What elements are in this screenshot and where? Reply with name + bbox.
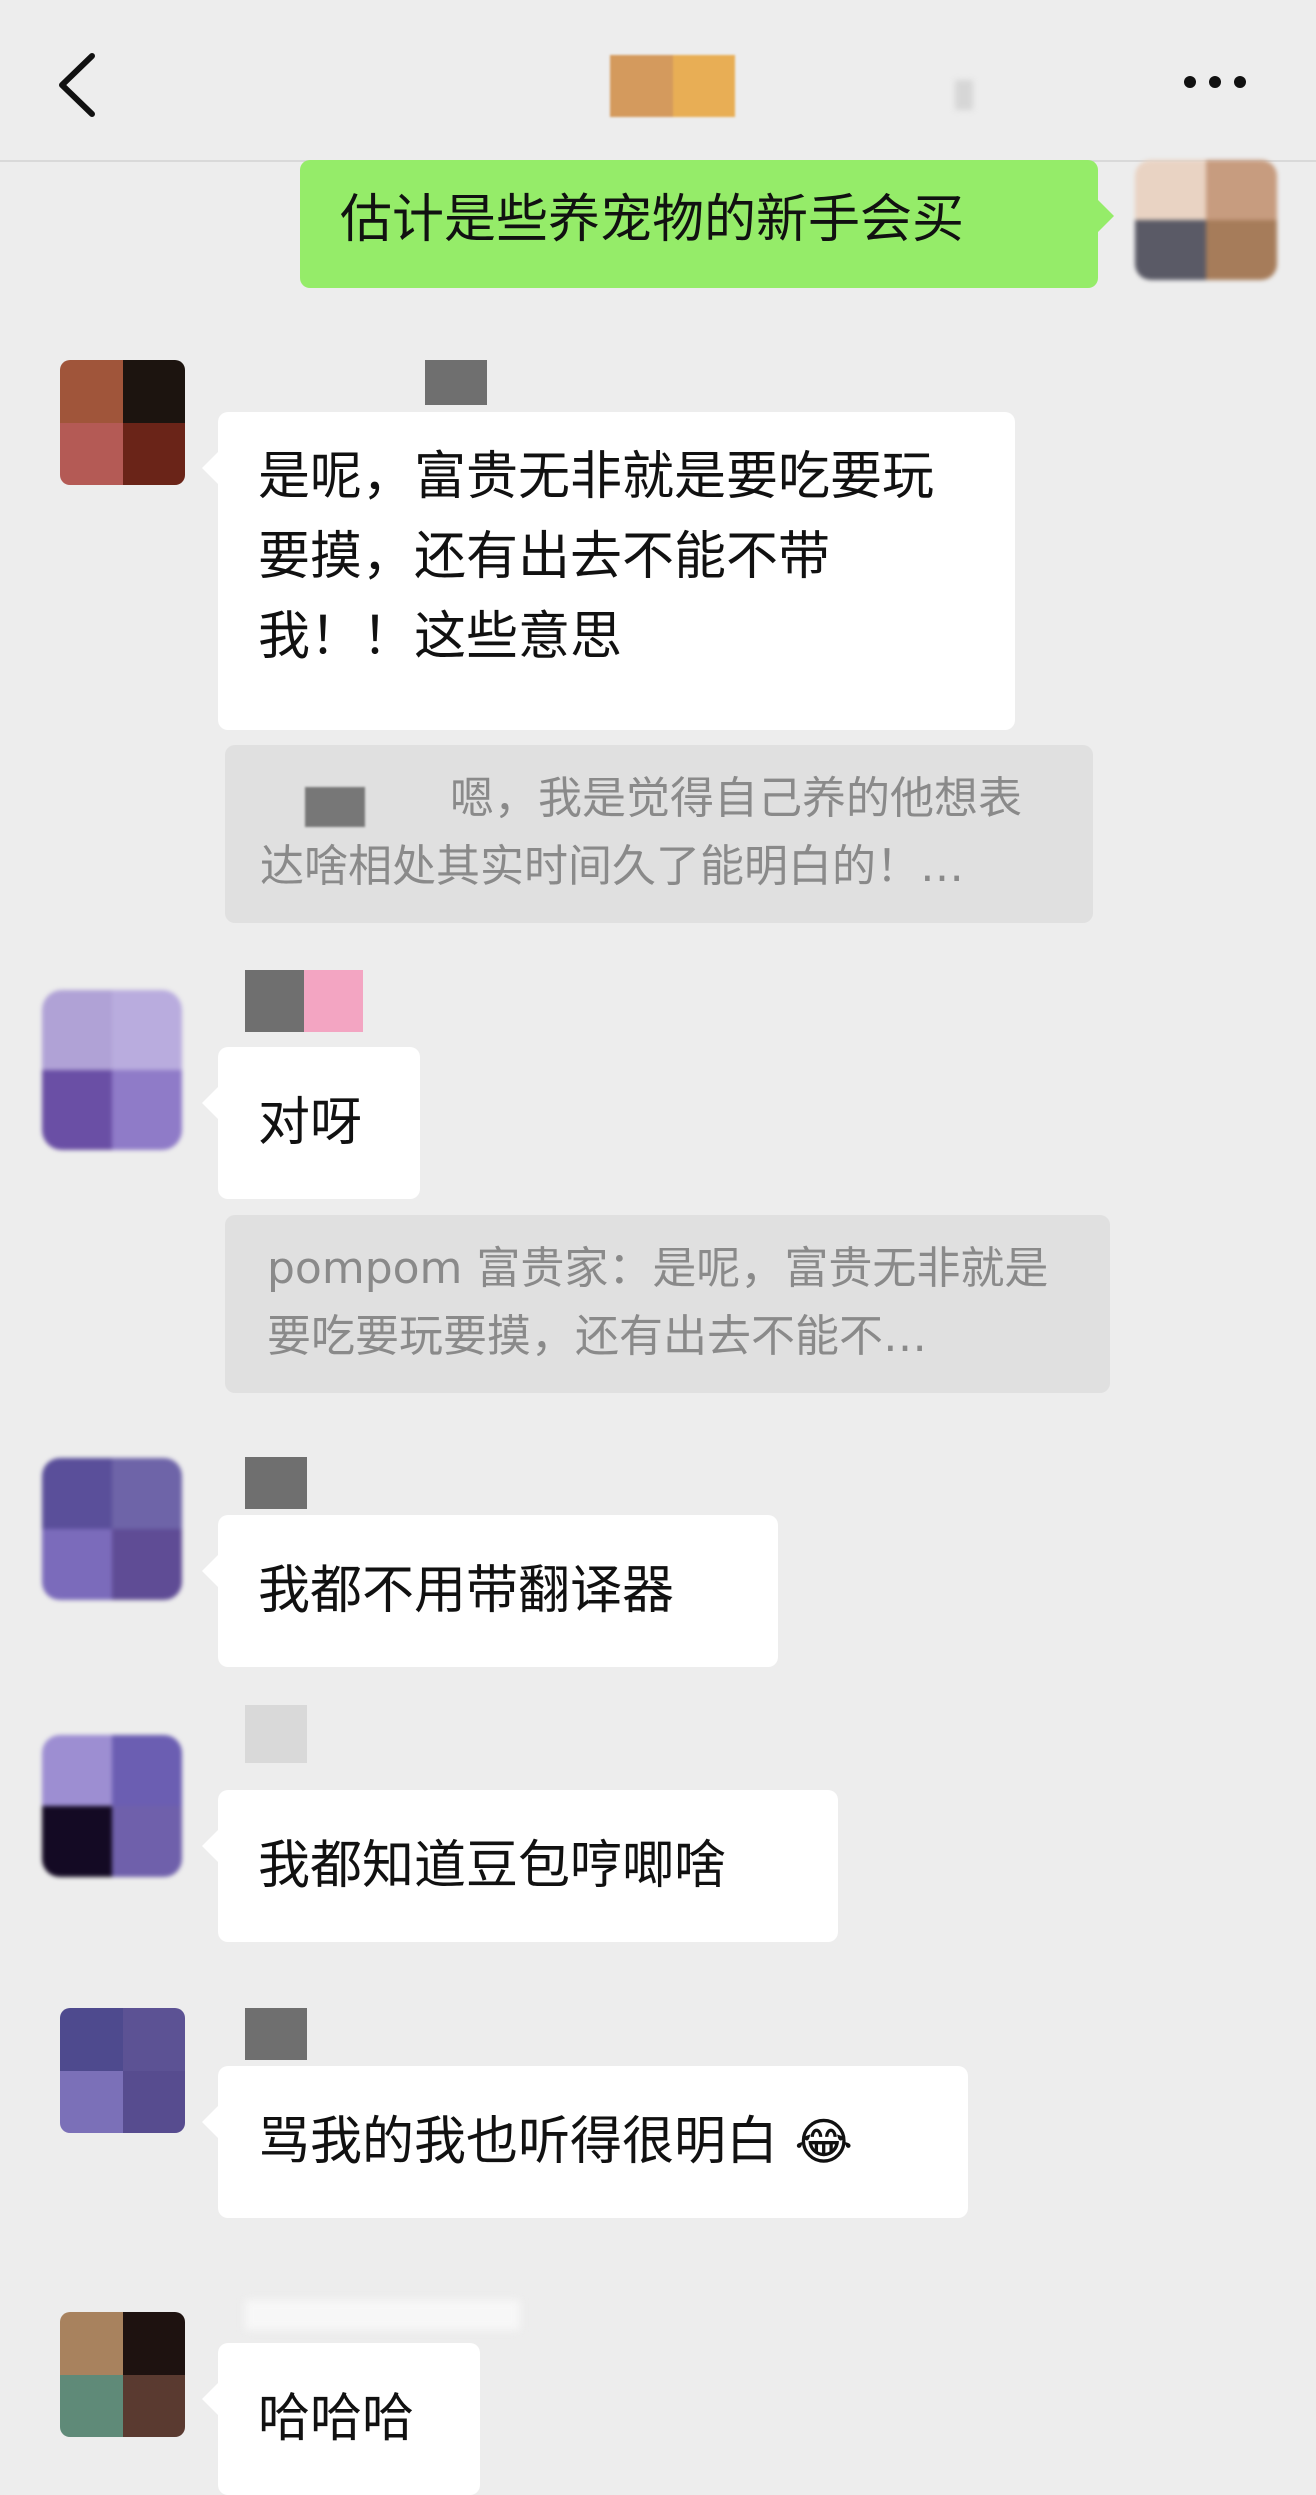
chevron-left-icon[interactable] [50, 50, 110, 120]
avatar[interactable] [60, 360, 185, 485]
message-text: 哈哈哈 [258, 2389, 415, 2449]
message-bubble[interactable]: 我都不用带翻译器 [202, 1515, 778, 1667]
message-text: 骂我的我也听得很明白 [258, 2112, 779, 2172]
sender-name-redacted [245, 970, 363, 1032]
quote-text: pompom 富贵家：是呢，富贵无非就是要吃要玩要摸，还有出去不能不… [267, 1243, 1049, 1362]
avatar[interactable] [60, 2008, 185, 2133]
quote-sender-redacted [305, 787, 365, 827]
message-text: 估计是些养宠物的新手会买 [340, 190, 965, 250]
quote-text: 嗯，我是觉得自己养的他想表达啥相处其实时间久了能明白的！… [260, 773, 1022, 892]
message-bubble[interactable]: 骂我的我也听得很明白 😂 [202, 2066, 968, 2218]
sender-name-redacted [245, 1457, 307, 1509]
sender-name-redacted [425, 360, 487, 405]
chat-title-redacted [610, 55, 735, 117]
message-bubble-mine[interactable]: 估计是些养宠物的新手会买 [300, 160, 1114, 288]
avatar[interactable] [42, 990, 182, 1150]
sender-name-redacted [245, 2008, 307, 2060]
message-text: 是呢，富贵无非就是要吃要玩要摸，还有出去不能不带我！！这些意思 [258, 447, 935, 667]
chat-header [0, 0, 1316, 162]
avatar[interactable] [42, 1735, 182, 1877]
message-text: 对呀 [258, 1093, 363, 1153]
avatar[interactable] [60, 2312, 185, 2437]
more-horizontal-icon[interactable] [1180, 72, 1250, 92]
redaction-smudge [955, 80, 973, 110]
message-bubble[interactable]: 是呢，富贵无非就是要吃要玩要摸，还有出去不能不带我！！这些意思 [202, 412, 1015, 730]
message-bubble[interactable]: 我都知道豆包哼唧啥 [202, 1790, 838, 1942]
quoted-message[interactable]: pompom 富贵家：是呢，富贵无非就是要吃要玩要摸，还有出去不能不… [225, 1215, 1110, 1393]
message-text: 我都知道豆包哼唧啥 [258, 1836, 727, 1896]
quoted-message[interactable]: 嗯，我是觉得自己养的他想表达啥相处其实时间久了能明白的！… [225, 745, 1093, 923]
avatar[interactable] [42, 1458, 182, 1600]
message-bubble[interactable]: 对呀 [202, 1047, 420, 1199]
sender-name-redacted [245, 2300, 520, 2330]
laughing-emoji-icon: 😂 [794, 2113, 853, 2171]
message-bubble[interactable]: 哈哈哈 [202, 2343, 480, 2495]
avatar-me[interactable] [1135, 160, 1277, 280]
sender-name-redacted [245, 1705, 307, 1763]
message-text: 我都不用带翻译器 [258, 1561, 675, 1621]
